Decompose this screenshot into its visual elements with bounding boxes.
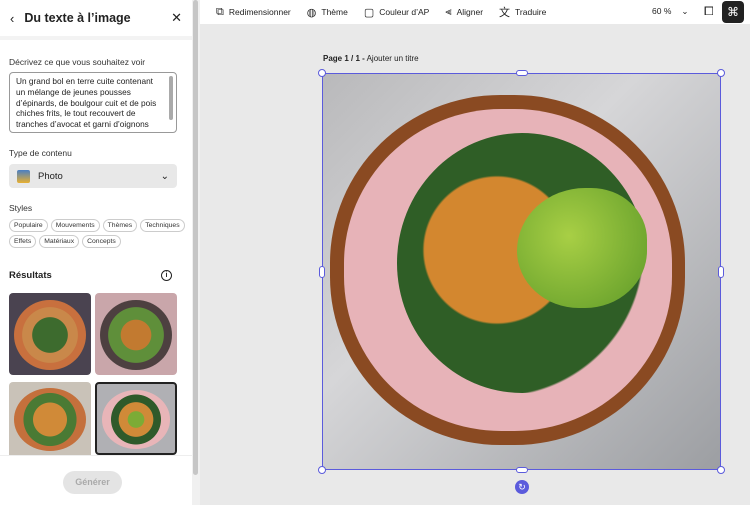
palette-icon: ◍ <box>306 6 317 19</box>
chip-materiaux[interactable]: Matériaux <box>39 235 80 248</box>
top-toolbar: ⧉ Redimensionner ◍ Thème ▢ Couleur d’AP ⫷ Al… <box>200 0 750 24</box>
chevron-down-icon: ⌄ <box>160 170 169 182</box>
info-icon[interactable]: i <box>161 270 172 281</box>
resize-handle-left[interactable] <box>319 266 325 278</box>
resize-label: Redimensionner <box>228 7 291 17</box>
prompt-input[interactable]: Un grand bol en terre cuite contenant un… <box>9 72 177 133</box>
prompt-scrollbar[interactable] <box>169 76 173 120</box>
photo-icon <box>17 169 30 183</box>
generate-button[interactable]: Générer <box>63 471 122 494</box>
resize-handle-top[interactable] <box>516 70 528 76</box>
back-icon[interactable]: ‹ <box>10 11 14 26</box>
selection-frame <box>322 73 721 470</box>
result-thumbnail-3[interactable] <box>9 382 91 455</box>
chip-effets[interactable]: Effets <box>9 235 37 248</box>
resize-handle-bl[interactable] <box>318 466 326 474</box>
rotate-handle-icon[interactable]: ↻ <box>515 480 529 494</box>
panel-title: Du texte à l’image <box>24 11 131 25</box>
background-color-button[interactable]: ▢ Couleur d’AP <box>364 6 430 19</box>
panel-header: ‹ Du texte à l’image ✕ <box>0 0 192 40</box>
chip-concepts[interactable]: Concepts <box>82 235 121 248</box>
theme-button[interactable]: ◍ Thème <box>307 6 348 19</box>
results-heading: Résultats <box>9 270 52 281</box>
content-type-label: Type de contenu <box>9 148 72 158</box>
pages-icon[interactable]: ⧠ <box>704 4 714 19</box>
result-thumbnail-2[interactable] <box>95 293 177 375</box>
square-icon: ▢ <box>363 6 375 19</box>
resize-button[interactable]: ⧉ Redimensionner <box>216 6 291 19</box>
resize-handle-right[interactable] <box>718 266 724 278</box>
result-thumbnail-1[interactable] <box>9 293 91 375</box>
panel-scrollbar-thumb[interactable] <box>193 0 198 475</box>
resize-handle-tr[interactable] <box>717 69 725 77</box>
background-color-label: Couleur d’AP <box>379 7 430 17</box>
result-thumbnail-4-selected[interactable] <box>95 382 177 455</box>
translate-icon: 文 <box>499 7 511 19</box>
zoom-value: 60 % <box>652 6 672 16</box>
page-number: Page 1 / 1 - <box>323 54 365 63</box>
align-icon: ⫷ <box>445 5 452 18</box>
prompt-text: Un grand bol en terre cuite contenant un… <box>16 76 157 132</box>
resize-handle-bottom[interactable] <box>516 467 528 473</box>
translate-label: Traduire <box>515 7 547 17</box>
theme-label: Thème <box>321 7 348 17</box>
chip-populaire[interactable]: Populaire <box>9 219 48 232</box>
resize-handle-tl[interactable] <box>318 69 326 77</box>
chip-techniques[interactable]: Techniques <box>140 219 185 232</box>
page-label: Page 1 / 1 - Ajouter un titre <box>323 54 419 63</box>
chip-themes[interactable]: Thèmes <box>102 219 138 232</box>
chevron-down-icon: ⌄ <box>681 6 689 16</box>
panel-scrollbar[interactable] <box>192 0 200 505</box>
chip-mouvements[interactable]: Mouvements <box>50 219 100 232</box>
styles-label: Styles <box>9 203 33 213</box>
align-label: Aligner <box>456 7 484 17</box>
prompt-label: Décrivez ce que vous souhaitez voir <box>9 57 146 67</box>
page-title-input[interactable]: Ajouter un titre <box>367 54 419 63</box>
resize-handle-br[interactable] <box>717 466 725 474</box>
text-to-image-panel: ‹ Du texte à l’image ✕ Décrivez ce que v… <box>0 0 192 505</box>
translate-button[interactable]: 文 Traduire <box>499 4 546 20</box>
resize-icon: ⧉ <box>216 5 224 18</box>
style-chips: Populaire Mouvements Thèmes Techniques E… <box>9 219 189 248</box>
content-type-value: Photo <box>38 170 63 182</box>
content-type-select[interactable]: Photo ⌄ <box>9 164 177 188</box>
close-icon[interactable]: ✕ <box>171 10 182 26</box>
layers-toggle-icon[interactable]: ⌘ <box>722 1 744 23</box>
zoom-select[interactable]: 60 % ⌄ <box>652 6 689 17</box>
align-button[interactable]: ⫷ Aligner <box>445 6 483 19</box>
